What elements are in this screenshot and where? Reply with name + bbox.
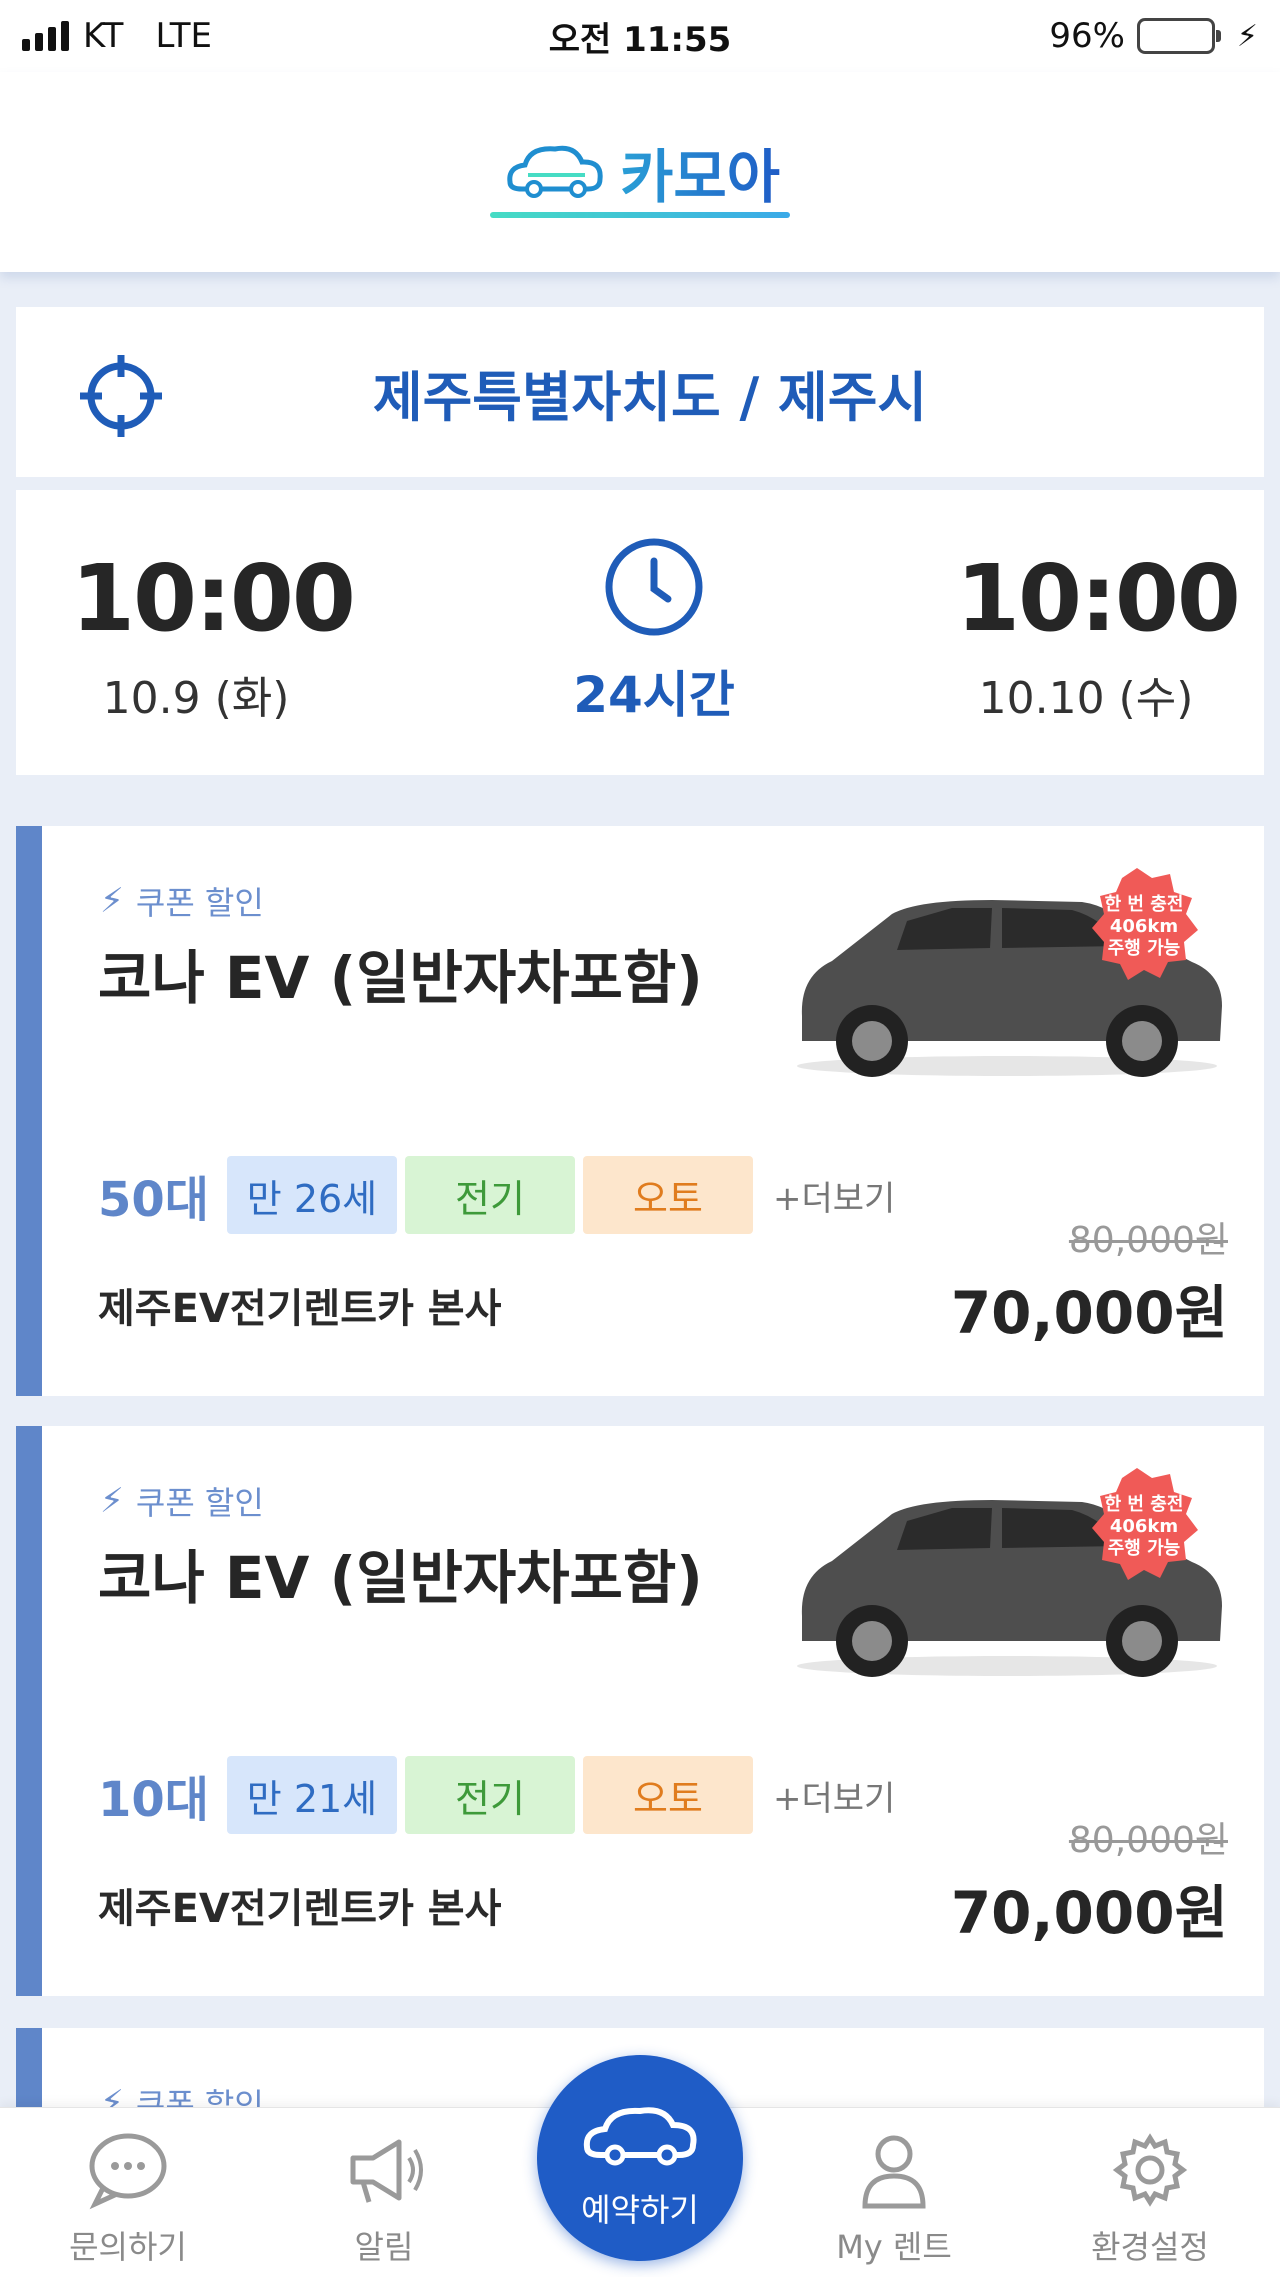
transmission-tag: 오토 xyxy=(582,1756,753,1834)
car-listing-card[interactable]: ⚡ 쿠폰 할인 코나 EV (일반자차포함) 한 번 충전 406km 주행 가… xyxy=(16,826,1264,1396)
lightning-icon: ⚡ xyxy=(100,1481,124,1521)
badge-line-2: 406km xyxy=(1110,1516,1178,1537)
branch-name: 제주EV전기렌트카 본사 xyxy=(98,1886,502,1932)
discount-price: 70,000원 xyxy=(950,1279,1228,1347)
car-name: 코나 EV (일반자차포함) xyxy=(98,1544,703,1612)
start-date: 10.9 (화) xyxy=(102,673,290,724)
nav-my-rent[interactable]: My 렌트 xyxy=(804,2130,984,2268)
branch-name: 제주EV전기렌트카 본사 xyxy=(98,1286,502,1332)
charging-icon: ⚡ xyxy=(1236,18,1258,54)
battery-icon xyxy=(1136,18,1221,54)
discount-price: 70,000원 xyxy=(950,1879,1228,1947)
start-time: 10:00 xyxy=(71,545,356,652)
car-cloud-logo-icon xyxy=(507,145,603,198)
car-cloud-icon xyxy=(583,2107,697,2166)
battery-percent: 96% xyxy=(1049,16,1125,56)
logo-underline xyxy=(490,212,790,218)
nav-label: My 렌트 xyxy=(836,2228,952,2266)
carrier-label: KT xyxy=(83,16,124,56)
logo-text: 카모아 xyxy=(620,130,780,214)
end-date: 10.10 (수) xyxy=(978,673,1194,724)
age-tag: 만 26세 xyxy=(226,1156,397,1234)
clock: 오전 11:55 xyxy=(548,19,732,60)
nav-label: 환경설정 xyxy=(1091,2228,1209,2266)
more-link[interactable]: +더보기 xyxy=(773,1771,895,1820)
badge-line-1: 한 번 충전 xyxy=(1105,894,1184,915)
car-name: 코나 EV (일반자차포함) xyxy=(98,944,703,1012)
badge-line-1: 한 번 충전 xyxy=(1105,1494,1184,1515)
car-tags: 10대 만 21세 전기 오토 +더보기 xyxy=(98,1756,895,1834)
reserve-button[interactable]: 예약하기 xyxy=(537,2055,743,2261)
coupon-discount-label: ⚡ 쿠폰 할인 xyxy=(100,881,264,922)
fuel-tag: 전기 xyxy=(404,1156,575,1234)
nav-alerts[interactable]: 알림 xyxy=(294,2130,474,2268)
person-icon xyxy=(862,2135,926,2209)
duration-block: 24시간 xyxy=(544,535,764,727)
nav-label: 알림 xyxy=(354,2228,414,2266)
original-price: 80,000원 xyxy=(1068,1820,1228,1861)
start-time-block[interactable]: 10:00 10.9 (화) xyxy=(71,545,356,726)
car-tags: 50대 만 26세 전기 오토 +더보기 xyxy=(98,1156,895,1234)
location-label: 제주특별자치도 / 제주시 xyxy=(372,365,928,429)
end-time: 10:00 xyxy=(956,545,1241,652)
network-label: LTE xyxy=(155,16,212,56)
original-price: 80,000원 xyxy=(1068,1220,1228,1261)
fuel-tag: 전기 xyxy=(404,1756,575,1834)
rental-time-selector[interactable]: 10:00 10.9 (화) 24시간 10:00 10.10 (수) xyxy=(16,490,1264,775)
car-photo: 한 번 충전 406km 주행 가능 xyxy=(797,1468,1222,1677)
signal-icon xyxy=(22,21,69,51)
chat-bubble-icon xyxy=(89,2133,167,2210)
nav-inquiry[interactable]: 문의하기 xyxy=(38,2130,218,2268)
available-count: 10대 xyxy=(98,1772,209,1828)
badge-line-3: 주행 가능 xyxy=(1108,1538,1181,1559)
nav-settings[interactable]: 환경설정 xyxy=(1060,2130,1240,2268)
gear-icon xyxy=(1112,2133,1188,2207)
more-link[interactable]: +더보기 xyxy=(773,1171,895,1220)
end-time-block[interactable]: 10:00 10.10 (수) xyxy=(956,545,1241,726)
status-bar: KT LTE 오전 11:55 96% ⚡ xyxy=(0,0,1280,72)
age-tag: 만 21세 xyxy=(226,1756,397,1834)
app-logo[interactable]: 카모아 xyxy=(500,130,780,214)
lightning-icon: ⚡ xyxy=(100,881,124,921)
coupon-discount-label: ⚡ 쿠폰 할인 xyxy=(100,1481,264,1522)
app-header: 카모아 xyxy=(0,72,1280,272)
car-listing-card[interactable]: ⚡ 쿠폰 할인 코나 EV (일반자차포함) 한 번 충전 406km 주행 가… xyxy=(16,1426,1264,1996)
location-selector[interactable]: 제주특별자치도 / 제주시 xyxy=(16,307,1264,477)
megaphone-icon xyxy=(350,2139,423,2203)
car-photo: 한 번 충전 406km 주행 가능 xyxy=(797,868,1222,1077)
reserve-label: 예약하기 xyxy=(581,2191,699,2229)
nav-label: 문의하기 xyxy=(69,2228,187,2266)
transmission-tag: 오토 xyxy=(582,1156,753,1234)
available-count: 50대 xyxy=(98,1172,209,1228)
badge-line-3: 주행 가능 xyxy=(1108,938,1181,959)
crosshair-location-icon[interactable] xyxy=(76,351,166,441)
rental-duration: 24시간 xyxy=(573,666,735,724)
clock-icon xyxy=(605,538,703,636)
badge-line-2: 406km xyxy=(1110,916,1178,937)
